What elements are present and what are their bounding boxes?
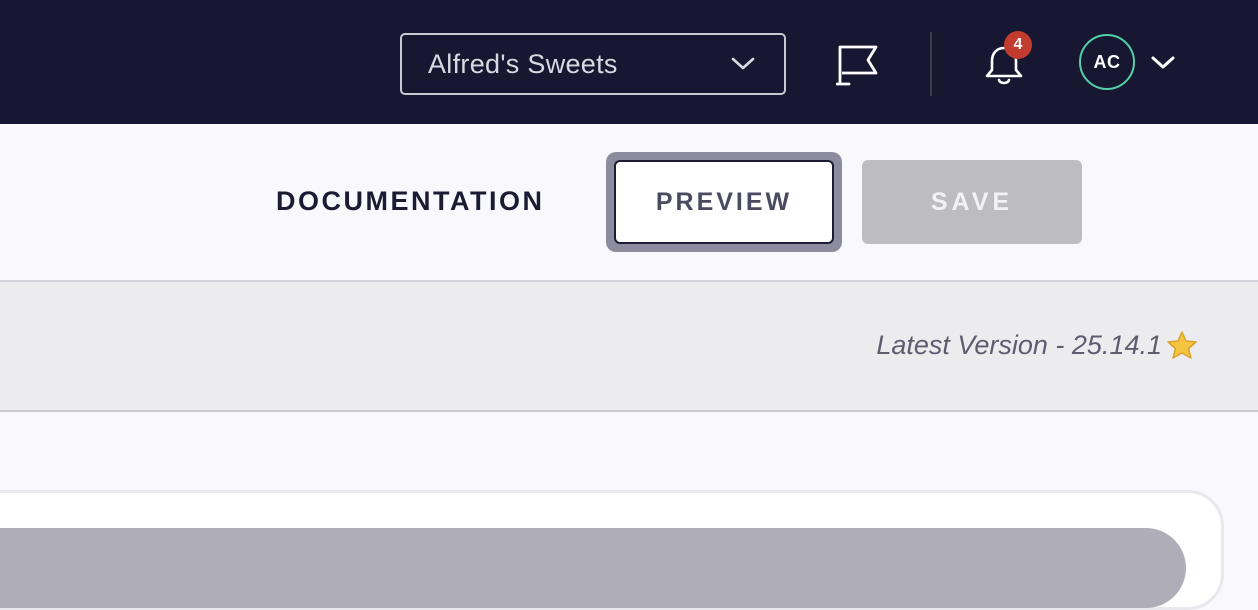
chevron-down-icon <box>730 55 756 78</box>
documentation-link[interactable]: DOCUMENTATION <box>276 186 544 217</box>
organization-selector-value: Alfred's Sweets <box>428 48 618 79</box>
header-divider <box>930 32 932 96</box>
save-button[interactable]: SAVE <box>862 160 1082 244</box>
save-button-label: SAVE <box>930 187 1014 216</box>
card-header-bar <box>0 528 1186 608</box>
organization-selector[interactable]: Alfred's Sweets <box>400 33 786 95</box>
preview-button-label: PREVIEW <box>655 187 793 216</box>
user-avatar[interactable]: AC <box>1079 34 1135 90</box>
notification-count-badge: 4 <box>1004 31 1032 59</box>
latest-version-text: Latest Version - 25.14.1 <box>876 330 1162 360</box>
flag-icon[interactable] <box>835 44 880 91</box>
star-icon <box>1166 330 1198 365</box>
user-initials: AC <box>1093 51 1121 72</box>
preview-button[interactable]: PREVIEW <box>614 160 834 244</box>
chevron-down-icon[interactable] <box>1150 54 1176 77</box>
top-navigation-bar: Alfred's Sweets 4 AC <box>0 0 1258 124</box>
